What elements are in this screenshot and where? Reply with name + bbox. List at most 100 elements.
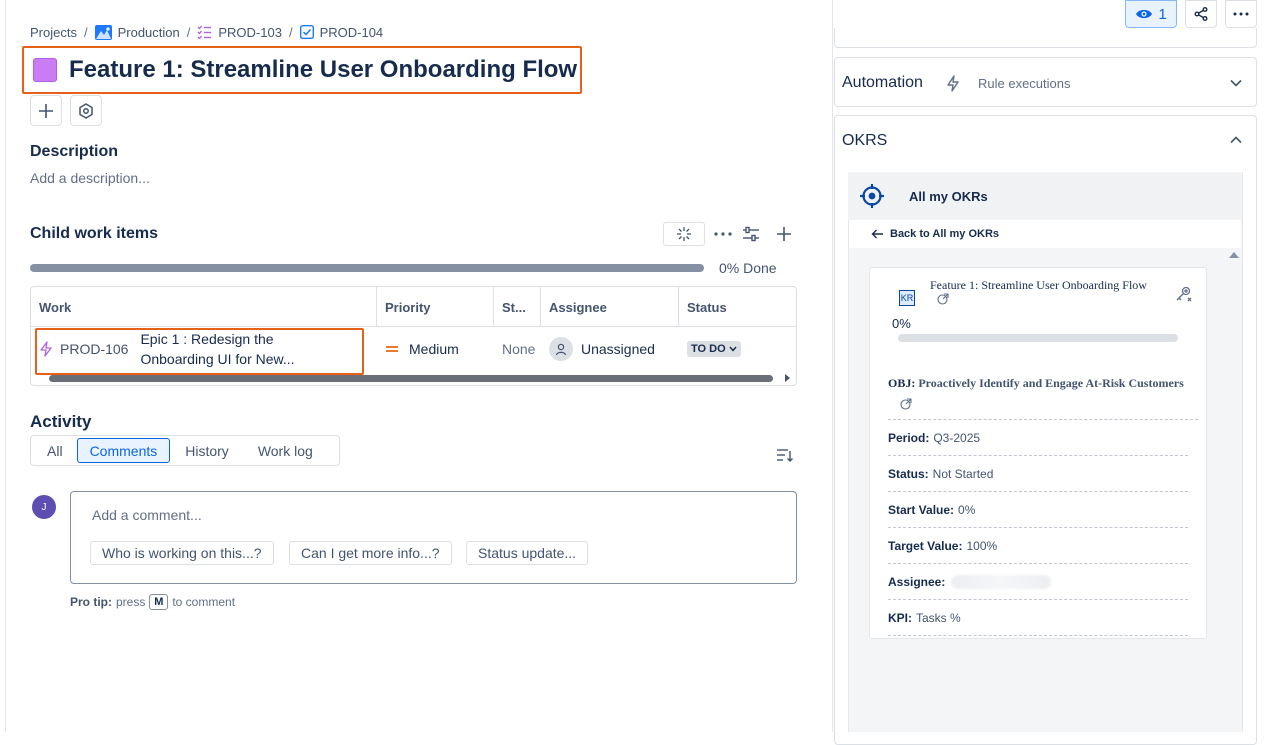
okr-field-period: Period: Q3-2025 bbox=[888, 420, 1188, 456]
filter-settings-button[interactable] bbox=[742, 226, 760, 242]
okr-app-header: All my OKRs bbox=[848, 172, 1241, 220]
activity-heading: Activity bbox=[30, 412, 92, 431]
objective-text[interactable]: Proactively Identify and Engage At-Risk … bbox=[918, 376, 1183, 390]
column-assignee[interactable]: Assignee bbox=[541, 287, 679, 327]
more-actions-button[interactable] bbox=[1225, 0, 1257, 28]
objective-row: OBJ: Proactively Identify and Engage At-… bbox=[888, 376, 1198, 420]
key-result-card: KR Feature 1: Streamline User Onboarding… bbox=[869, 267, 1207, 639]
okr-field-kpi: KPI: Tasks % bbox=[888, 600, 1188, 636]
ai-suggest-button[interactable] bbox=[663, 222, 705, 246]
arrow-left-icon bbox=[871, 229, 883, 239]
feature-type-icon bbox=[33, 58, 57, 82]
table-horizontal-scrollbar[interactable] bbox=[49, 375, 773, 382]
tab-history[interactable]: History bbox=[172, 438, 242, 463]
field-value: Tasks % bbox=[916, 610, 961, 625]
field-value: Not Started bbox=[932, 466, 994, 481]
row-assignee-label: Unassigned bbox=[581, 341, 655, 357]
row-priority-label: Medium bbox=[409, 341, 459, 357]
suggestion-status-update[interactable]: Status update... bbox=[466, 541, 589, 565]
more-options-button[interactable] bbox=[713, 226, 733, 242]
unassigned-avatar-icon bbox=[549, 337, 573, 361]
field-label: Start Value: bbox=[888, 502, 955, 517]
kr-percent: 0% bbox=[892, 316, 911, 331]
sort-order-icon bbox=[777, 449, 793, 462]
eye-icon bbox=[1136, 9, 1153, 19]
left-nav-border bbox=[5, 0, 6, 732]
sparkle-loader-icon bbox=[677, 227, 691, 241]
field-label: Period: bbox=[888, 430, 930, 445]
progress-label: 0% Done bbox=[719, 260, 777, 276]
target-crosshair-icon bbox=[860, 184, 884, 208]
child-items-progress-bar bbox=[30, 264, 704, 272]
protip-key: M bbox=[149, 594, 169, 610]
column-priority[interactable]: Priority bbox=[377, 287, 494, 327]
breadcrumb-parent[interactable]: PROD-103 bbox=[197, 25, 282, 40]
okr-field-start-value: Start Value: 0% bbox=[888, 492, 1188, 528]
plus-icon bbox=[39, 103, 53, 118]
comment-placeholder[interactable]: Add a comment... bbox=[92, 507, 202, 523]
description-field[interactable]: Add a description... bbox=[30, 170, 150, 186]
kr-title[interactable]: Feature 1: Streamline User Onboarding Fl… bbox=[930, 278, 1147, 293]
status-badge[interactable]: TO DO bbox=[687, 341, 741, 357]
status-badge-label: TO DO bbox=[691, 343, 726, 355]
details-panel-bottom bbox=[834, 28, 1257, 48]
okr-app-title: All my OKRs bbox=[909, 188, 988, 204]
key-link-icon[interactable] bbox=[1175, 285, 1193, 303]
right-panel-divider bbox=[832, 0, 833, 732]
tab-work-log[interactable]: Work log bbox=[244, 438, 327, 463]
sort-button[interactable] bbox=[776, 447, 794, 463]
row-priority[interactable]: Medium bbox=[385, 327, 459, 371]
field-label: KPI: bbox=[888, 610, 912, 625]
issue-title-container[interactable]: Feature 1: Streamline User Onboarding Fl… bbox=[22, 46, 582, 94]
row-assignee[interactable]: Unassigned bbox=[549, 327, 655, 371]
issue-title[interactable]: Feature 1: Streamline User Onboarding Fl… bbox=[69, 56, 577, 84]
field-label: Status: bbox=[888, 466, 929, 481]
automation-title: Automation bbox=[842, 74, 923, 91]
rule-executions-link[interactable]: Rule executions bbox=[978, 76, 1071, 91]
external-link-icon[interactable] bbox=[937, 293, 949, 305]
column-status[interactable]: Status bbox=[679, 287, 796, 327]
okr-field-target-value: Target Value: 100% bbox=[888, 528, 1188, 564]
suggestion-who-working[interactable]: Who is working on this...? bbox=[90, 541, 274, 565]
chevron-down-icon bbox=[729, 346, 737, 352]
column-work[interactable]: Work bbox=[31, 287, 377, 327]
watchers-button[interactable]: 1 bbox=[1125, 0, 1177, 28]
okr-field-assignee: Assignee: bbox=[888, 564, 1188, 600]
breadcrumb-production[interactable]: Production bbox=[94, 24, 180, 40]
back-to-okrs-link[interactable]: Back to All my OKRs bbox=[871, 228, 999, 240]
plus-icon bbox=[777, 227, 791, 241]
add-button[interactable] bbox=[30, 95, 62, 126]
external-link-icon[interactable] bbox=[900, 398, 912, 410]
feature-list-icon bbox=[197, 25, 212, 39]
comment-editor[interactable]: Add a comment... bbox=[70, 491, 797, 584]
create-child-button[interactable] bbox=[776, 226, 793, 243]
tab-comments[interactable]: Comments bbox=[76, 438, 171, 463]
protip-suffix: to comment bbox=[172, 595, 236, 609]
sliders-icon bbox=[743, 226, 759, 242]
priority-medium-icon bbox=[386, 346, 398, 352]
row-status[interactable]: TO DO bbox=[687, 327, 741, 371]
tab-all[interactable]: All bbox=[33, 438, 75, 463]
breadcrumb-parent-label: PROD-103 bbox=[218, 24, 282, 40]
column-story-points[interactable]: St... bbox=[494, 287, 541, 327]
automation-panel[interactable]: Automation Rule executions bbox=[834, 57, 1257, 107]
share-button[interactable] bbox=[1185, 0, 1217, 28]
description-heading: Description bbox=[30, 143, 119, 160]
okr-field-status: Status: Not Started bbox=[888, 456, 1188, 492]
user-avatar[interactable]: J bbox=[32, 495, 56, 519]
apps-button[interactable] bbox=[70, 95, 102, 126]
more-horizontal-icon bbox=[1233, 12, 1249, 16]
scroll-right-icon[interactable] bbox=[785, 374, 790, 382]
objective-label: OBJ: bbox=[888, 376, 916, 390]
pro-tip: Pro tip: press M to comment bbox=[70, 594, 235, 610]
task-checkbox-icon bbox=[299, 25, 314, 39]
chevron-up-icon[interactable] bbox=[1230, 136, 1242, 144]
kr-progress-bar bbox=[898, 334, 1178, 342]
row-story-points[interactable]: None bbox=[502, 327, 535, 371]
breadcrumb-current[interactable]: PROD-104 bbox=[299, 25, 383, 40]
scroll-up-icon[interactable] bbox=[1229, 252, 1239, 258]
protip-label: Pro tip: bbox=[70, 595, 112, 609]
suggestion-more-info[interactable]: Can I get more info...? bbox=[289, 541, 452, 565]
breadcrumb-projects[interactable]: Projects bbox=[30, 25, 77, 40]
chevron-down-icon[interactable] bbox=[1230, 79, 1242, 87]
